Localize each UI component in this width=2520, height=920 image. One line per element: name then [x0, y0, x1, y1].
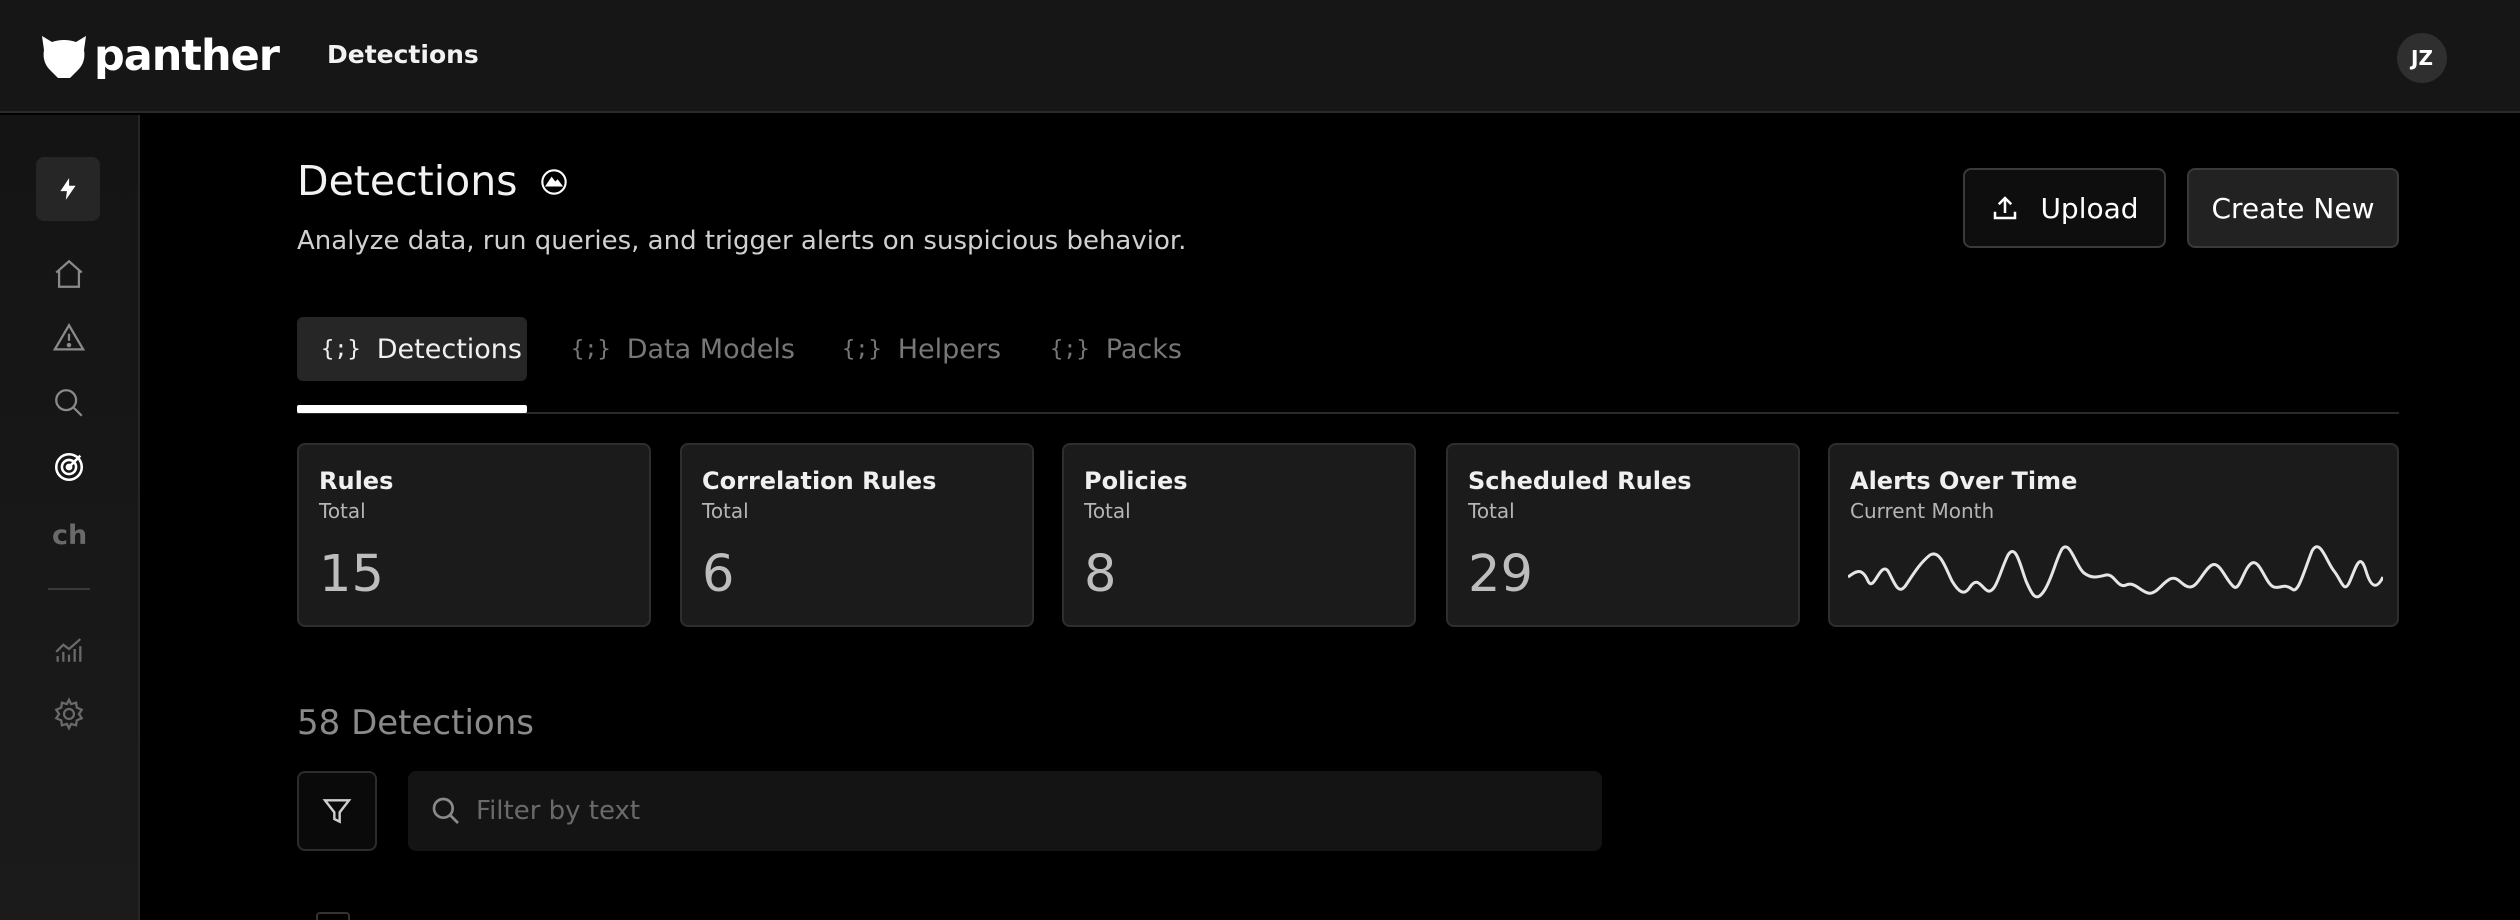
tabs-divider: [297, 412, 2399, 414]
filter-icon: [322, 799, 352, 824]
sidebar-divider: [48, 588, 90, 590]
tab-label: Detections: [376, 333, 522, 365]
logo-text: panther: [94, 31, 280, 81]
sidebar-item-search[interactable]: [48, 382, 90, 424]
stat-card-correlation-rules[interactable]: Correlation Rules Total 6: [680, 443, 1034, 627]
create-new-button[interactable]: Create New: [2187, 168, 2399, 248]
stat-card-scheduled-rules[interactable]: Scheduled Rules Total 29: [1446, 443, 1800, 627]
gear-icon: [54, 697, 84, 731]
sidebar-item-bolt[interactable]: [36, 157, 100, 221]
search-icon: [432, 797, 459, 824]
home-icon: [55, 259, 83, 288]
card-title: Policies: [1084, 467, 1188, 495]
alerts-sparkline: [1848, 545, 2383, 599]
card-value: 6: [702, 545, 735, 604]
user-avatar[interactable]: JZ: [2397, 33, 2447, 83]
tab-data-models[interactable]: {;} Data Models: [571, 317, 795, 381]
row-checkbox-partial[interactable]: [316, 912, 350, 920]
card-title: Alerts Over Time: [1850, 467, 2078, 495]
filter-search: [408, 771, 1602, 851]
info-badge-icon[interactable]: [540, 168, 568, 196]
upload-label: Upload: [2040, 191, 2139, 225]
card-subtitle: Total: [702, 499, 749, 523]
card-subtitle: Total: [1468, 499, 1515, 523]
card-subtitle: Total: [1084, 499, 1131, 523]
page-subtitle: Analyze data, run queries, and trigger a…: [297, 226, 1187, 256]
card-subtitle: Total: [319, 499, 366, 523]
page-title: Detections: [297, 157, 518, 205]
sidebar: ch: [0, 115, 140, 920]
search-icon: [55, 389, 83, 417]
sidebar-item-home[interactable]: [48, 253, 90, 295]
panther-logo[interactable]: panther: [38, 30, 280, 82]
tab-packs[interactable]: {;} Packs: [1050, 317, 1182, 381]
code-braces-icon: {;}: [1050, 336, 1090, 362]
card-title: Rules: [319, 467, 394, 495]
card-title: Correlation Rules: [702, 467, 937, 495]
sidebar-item-ch[interactable]: ch: [52, 520, 90, 551]
chart-icon: [55, 638, 82, 662]
header-title: Detections: [327, 40, 479, 69]
detections-count: 58 Detections: [297, 703, 534, 743]
tab-label: Packs: [1105, 333, 1182, 365]
filter-text-input[interactable]: [476, 796, 1576, 826]
stat-card-rules[interactable]: Rules Total 15: [297, 443, 651, 627]
bolt-icon: [60, 178, 76, 200]
top-bar: panther Detections JZ: [0, 0, 2520, 113]
alerts-over-time-card[interactable]: Alerts Over Time Current Month: [1828, 443, 2399, 627]
alert-triangle-icon: [52, 323, 86, 351]
sidebar-item-analytics[interactable]: [48, 628, 90, 670]
card-title: Scheduled Rules: [1468, 467, 1692, 495]
card-subtitle: Current Month: [1850, 499, 1995, 523]
card-value: 8: [1084, 545, 1117, 604]
sidebar-item-alerts[interactable]: [48, 317, 90, 359]
tab-helpers[interactable]: {;} Helpers: [842, 317, 1001, 381]
tab-detections[interactable]: {;} Detections: [297, 317, 527, 381]
panther-head-icon: [42, 36, 86, 78]
upload-icon: [1994, 196, 2017, 220]
tab-label: Data Models: [626, 333, 795, 365]
upload-button[interactable]: Upload: [1963, 168, 2166, 248]
stat-card-policies[interactable]: Policies Total 8: [1062, 443, 1416, 627]
code-braces-icon: {;}: [842, 336, 882, 362]
code-braces-icon: {;}: [321, 336, 361, 362]
card-value: 29: [1468, 545, 1533, 604]
filter-button[interactable]: [297, 771, 377, 851]
card-value: 15: [319, 545, 384, 604]
code-braces-icon: {;}: [571, 336, 611, 362]
tab-label: Helpers: [897, 333, 1002, 365]
active-tab-indicator: [297, 405, 527, 413]
sidebar-item-settings[interactable]: [48, 693, 90, 735]
sidebar-item-detections[interactable]: [48, 446, 90, 488]
detections-target-icon: [54, 452, 84, 482]
